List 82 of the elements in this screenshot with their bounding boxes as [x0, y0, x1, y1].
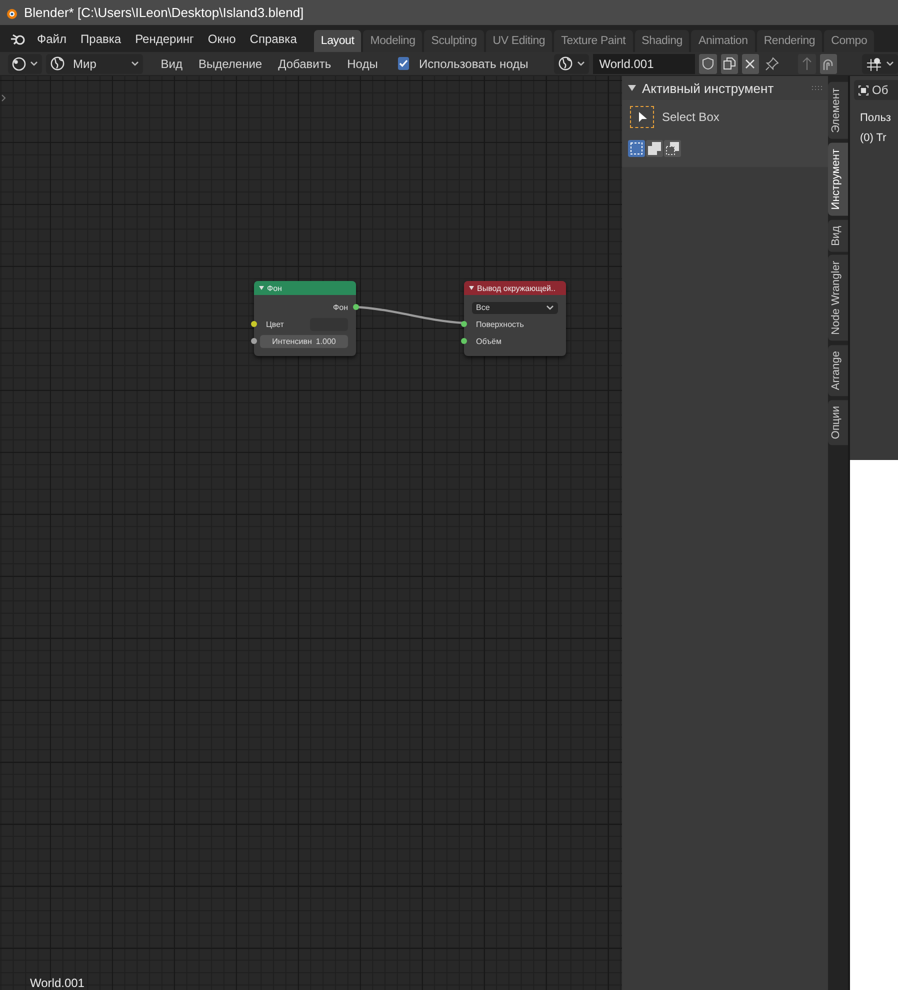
mode-button[interactable]: Об: [854, 80, 898, 100]
header-menu[interactable]: Выделение: [192, 56, 268, 70]
workspace-tab[interactable]: Compo: [824, 30, 874, 52]
menu-item[interactable]: Справка: [242, 32, 304, 46]
viewport-info-text: (0) Tr: [859, 131, 888, 146]
chevron-down-icon: [886, 60, 894, 68]
selection-mode-button[interactable]: [646, 140, 663, 157]
close-button[interactable]: [742, 54, 759, 74]
collapse-triangle-icon[interactable]: [469, 286, 474, 290]
viewport-info-text: Польз: [859, 111, 892, 126]
menu-item[interactable]: Окно: [200, 32, 243, 46]
socket-label: Поверхность: [476, 320, 524, 329]
world-browse-button[interactable]: [554, 54, 590, 74]
sidebar-tab[interactable]: Arrange: [828, 345, 848, 396]
object-mode-icon: [858, 84, 869, 96]
use-nodes-checkbox[interactable]: [398, 57, 409, 70]
node-header[interactable]: Фон: [254, 281, 356, 295]
editor-type-button[interactable]: [8, 54, 42, 74]
shield-icon: [702, 57, 714, 70]
socket-label: Цвет: [266, 320, 284, 329]
selection-mode-button[interactable]: [628, 140, 645, 157]
sidebar-tab[interactable]: Опции: [828, 400, 848, 446]
fake-user-button[interactable]: [699, 54, 717, 74]
chevron-down-icon: [131, 60, 140, 68]
copy-icon: [722, 57, 736, 70]
socket-label: Объём: [476, 337, 502, 346]
workspace-tab[interactable]: Rendering: [756, 30, 822, 52]
shader-node[interactable]: Вывод окружающей.. Все Поверхность Объём: [464, 281, 566, 356]
snap-button[interactable]: [820, 54, 837, 74]
sidebar-tab[interactable]: Элемент: [828, 82, 848, 139]
header-menu[interactable]: Добавить: [272, 56, 338, 70]
collapse-triangle-icon[interactable]: [259, 286, 264, 290]
workspace-tab[interactable]: Texture Paint: [554, 30, 633, 52]
sidebar-tab[interactable]: Инструмент: [828, 142, 848, 216]
selection-mode-button[interactable]: [664, 140, 681, 157]
value-field[interactable]: Интенсивн 1.000: [260, 335, 348, 348]
magnet-icon: [821, 56, 836, 70]
sidebar-tab[interactable]: Вид: [828, 220, 848, 252]
shader-type-dropdown[interactable]: Мир: [46, 54, 144, 74]
header-menu[interactable]: Вид: [154, 56, 188, 70]
close-icon: [745, 58, 756, 68]
select-box-icon: [630, 106, 654, 128]
node-header[interactable]: Вывод окружающей..: [464, 281, 566, 295]
socket-dot[interactable]: [251, 338, 257, 344]
chevron-down-icon: [577, 60, 586, 68]
globe-icon: [558, 56, 574, 71]
shader-node[interactable]: Фон Фон Цвет Интенсивн 1.000: [254, 281, 356, 356]
sidebar-tab[interactable]: Node Wrangler: [828, 255, 848, 342]
socket-label: Фон: [333, 303, 348, 312]
blender-logo-icon: [10, 32, 26, 46]
world-name-field[interactable]: World.001: [593, 54, 696, 74]
window-title: Blender* [C:\Users\ILeon\Desktop\Island3.blend]: [24, 5, 304, 20]
arrow-up-icon: [801, 56, 814, 70]
gizmo-icon: [866, 56, 882, 70]
workspace-tab[interactable]: Sculpting: [424, 30, 484, 52]
socket-dot[interactable]: [461, 338, 467, 344]
use-nodes-label: Использовать ноды: [418, 56, 530, 70]
dropdown[interactable]: Все: [472, 302, 558, 314]
workspace-tab[interactable]: UV Editing: [486, 30, 552, 52]
workspace-tab[interactable]: Animation: [691, 30, 755, 52]
node-editor-icon: [12, 56, 26, 70]
chevron-down-icon: [30, 60, 38, 68]
globe-icon: [50, 56, 65, 71]
duplicate-button[interactable]: [720, 54, 738, 74]
socket-dot[interactable]: [353, 304, 359, 310]
menu-item[interactable]: Файл: [30, 32, 74, 46]
header-menu[interactable]: Ноды: [341, 56, 384, 70]
tool-name: Select Box: [662, 110, 720, 124]
panel-title: Активный инструмент: [642, 80, 775, 96]
workspace-tab[interactable]: Shading: [634, 30, 690, 52]
menu-item[interactable]: Правка: [74, 32, 128, 46]
parent-tree-button[interactable]: [798, 54, 816, 74]
menu-item[interactable]: Рендеринг: [128, 32, 201, 46]
workspace-tab[interactable]: Modeling: [363, 30, 422, 52]
socket-dot[interactable]: [251, 321, 257, 327]
viewport-gizmo-button[interactable]: [862, 54, 898, 74]
chevron-right-icon: [1, 94, 6, 102]
world-name-label: World.001: [30, 976, 84, 990]
pin-icon: [764, 56, 779, 70]
workspace-tab[interactable]: Layout: [314, 30, 362, 52]
socket-dot[interactable]: [461, 321, 467, 327]
chevron-down-icon: [546, 304, 554, 312]
